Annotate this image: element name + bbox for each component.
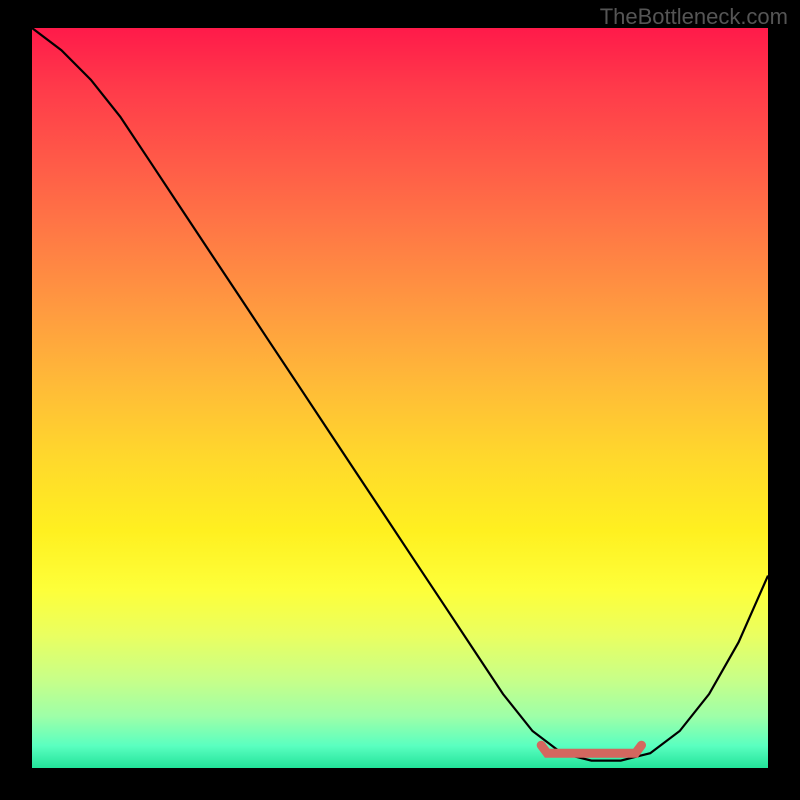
watermark-text: TheBottleneck.com <box>600 4 788 30</box>
curve-line <box>32 28 768 761</box>
plot-area <box>32 28 768 768</box>
valley-marker <box>541 745 641 753</box>
chart-svg <box>32 28 768 768</box>
